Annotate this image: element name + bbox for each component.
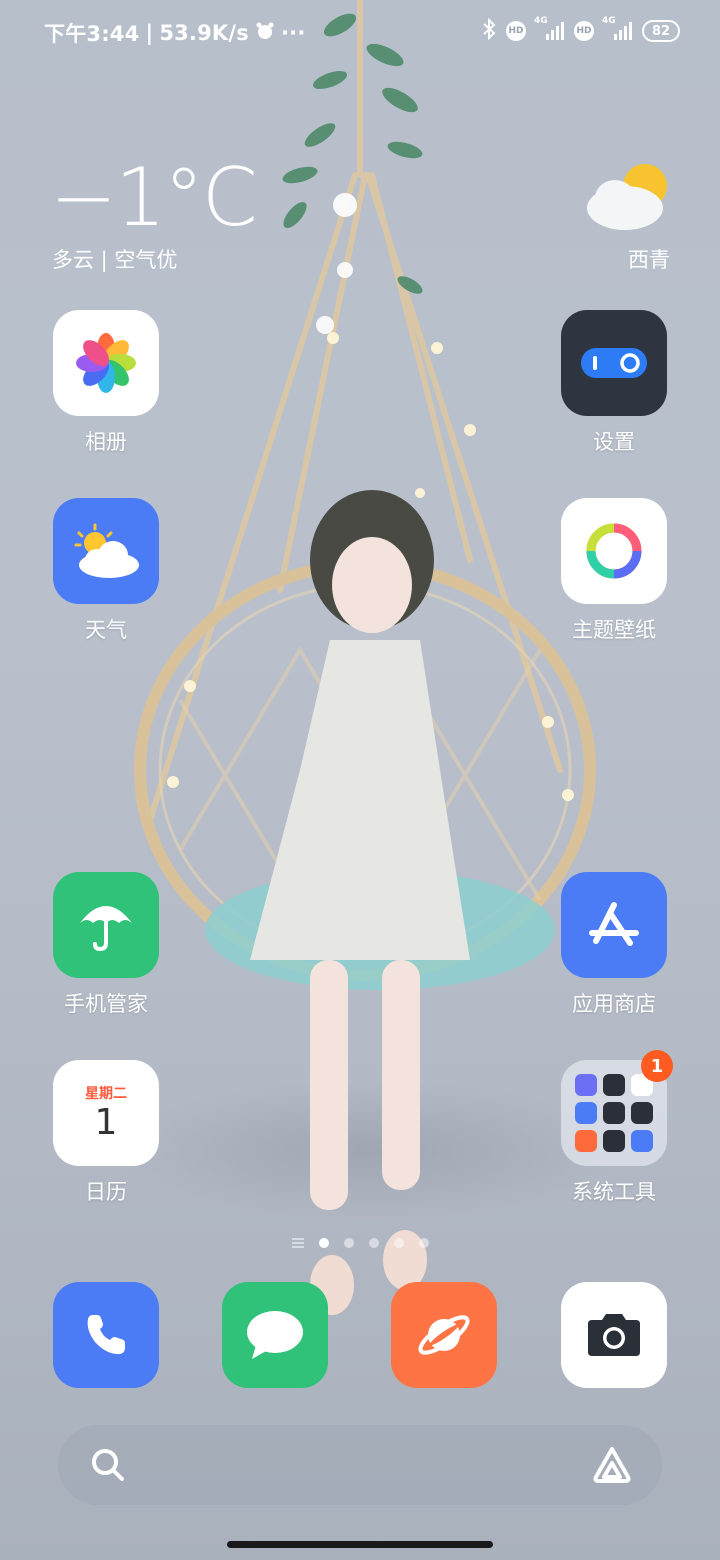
app-app-store[interactable]: 应用商店 (549, 872, 679, 1018)
umbrella-icon[interactable] (53, 872, 159, 978)
color-ring-icon[interactable] (561, 498, 667, 604)
folder-icon[interactable]: 1 (561, 1050, 673, 1166)
dock-camera[interactable] (549, 1282, 679, 1388)
page-dot-4[interactable] (394, 1238, 404, 1248)
weather-condition[interactable]: 多云 | 空气优 (52, 244, 177, 274)
clock: 下午3:44 (44, 22, 140, 46)
signal-icon: 4G (534, 16, 564, 40)
signal-icon-2: 4G (602, 16, 632, 40)
sun-cloud-icon[interactable] (53, 498, 159, 604)
app-label-system-tools: 系统工具 (572, 1180, 656, 1204)
weather-city[interactable]: 西青 (628, 244, 670, 274)
app-security[interactable]: 手机管家 (41, 872, 171, 1018)
folder-system-tools[interactable]: 1 系统工具 (549, 1050, 679, 1206)
hd-voice-icon: HD (506, 21, 526, 41)
calendar-icon[interactable]: 星期二 1 (53, 1060, 159, 1166)
app-label-photos: 相册 (85, 430, 127, 454)
home-indicator[interactable] (227, 1541, 493, 1548)
hd-voice-icon-2: HD (574, 21, 594, 41)
cloud-drive-icon (575, 1102, 597, 1124)
status-right: HD 4G HD 4G 82 (482, 16, 680, 44)
notification-badge: 1 (641, 1050, 673, 1082)
calendar-weekday: 星期二 (85, 1086, 127, 1102)
page-dot-3[interactable] (369, 1238, 379, 1248)
compass-icon (603, 1102, 625, 1124)
tools-grid-icon (603, 1074, 625, 1096)
phone-icon[interactable] (53, 1282, 159, 1388)
page-dot-2[interactable] (344, 1238, 354, 1248)
status-bar: 下午3:44 | 53.9K/s ··· HD 4G HD 4G 82 (0, 0, 720, 64)
recorder-icon (631, 1102, 653, 1124)
network-speed: 53.9K/s (159, 21, 249, 45)
app-label-settings: 设置 (593, 430, 635, 454)
planet-icon[interactable] (391, 1282, 497, 1388)
app-label-app-store: 应用商店 (572, 992, 656, 1016)
photos-pinwheel-icon[interactable] (53, 310, 159, 416)
camera-icon[interactable] (561, 1282, 667, 1388)
app-label-security: 手机管家 (64, 992, 148, 1016)
status-separator: | (145, 21, 154, 45)
weather-temperature[interactable]: −1°C (50, 158, 258, 238)
dock-phone[interactable] (41, 1282, 171, 1388)
screen-record-icon (575, 1130, 597, 1152)
app-label-calendar: 日历 (85, 1180, 127, 1204)
app-weather[interactable]: 天气 (41, 498, 171, 644)
search-icon[interactable] (90, 1447, 126, 1487)
app-calendar[interactable]: 星期二 1 日历 (41, 1060, 171, 1206)
page-dot-1[interactable] (319, 1238, 329, 1248)
scanner-icon (603, 1130, 625, 1152)
message-icon[interactable] (222, 1282, 328, 1388)
more-notifications-icon: ··· (280, 21, 306, 45)
app-photos[interactable]: 相册 (41, 310, 171, 456)
toggle-icon[interactable] (561, 310, 667, 416)
cloud-sun-icon[interactable] (585, 158, 675, 233)
app-settings[interactable]: 设置 (549, 310, 679, 456)
folder-preview-grid (575, 1074, 653, 1152)
assistant-icon[interactable] (590, 1443, 634, 1491)
network-type: 4G (534, 16, 548, 26)
page-indicator[interactable] (292, 1238, 429, 1248)
app-label-themes: 主题壁纸 (572, 618, 656, 642)
bluetooth-icon (482, 17, 496, 44)
app-label-weather: 天气 (85, 618, 127, 642)
page-dot-5[interactable] (419, 1238, 429, 1248)
status-left: 下午3:44 | 53.9K/s ··· (44, 18, 306, 48)
contacts-icon (575, 1074, 597, 1096)
app-themes[interactable]: 主题壁纸 (549, 498, 679, 644)
dock-messages[interactable] (210, 1282, 340, 1388)
calendar-day: 1 (94, 1102, 118, 1143)
app-store-icon[interactable] (561, 872, 667, 978)
alarm-icon (255, 21, 275, 46)
dock-browser[interactable] (379, 1282, 509, 1388)
page-list-icon[interactable] (292, 1238, 304, 1248)
network-type-2: 4G (602, 16, 616, 26)
battery-indicator: 82 (642, 20, 680, 42)
camera-lens-icon (631, 1130, 653, 1152)
search-bar[interactable] (58, 1425, 662, 1505)
